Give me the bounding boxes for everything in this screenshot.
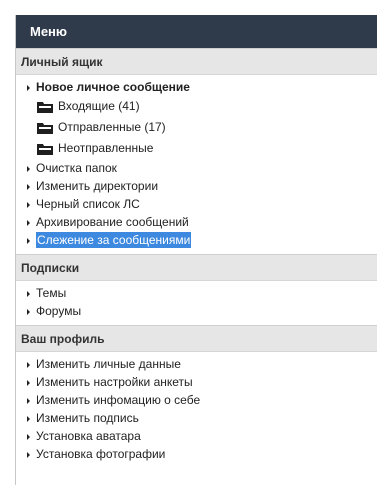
blacklist-label: Черный список ЛС bbox=[36, 197, 140, 211]
archive-messages-link[interactable]: Архивирование сообщений bbox=[16, 213, 377, 231]
folder-unsent-label: Неотправленные bbox=[58, 141, 154, 155]
folder-inbox-link[interactable]: Входящие (41) bbox=[16, 96, 377, 117]
triangle-right-icon bbox=[27, 220, 30, 226]
triangle-right-icon bbox=[27, 380, 30, 386]
set-photo-link[interactable]: Установка фотографии bbox=[16, 445, 377, 463]
triangle-right-icon bbox=[27, 309, 30, 315]
edit-directories-label: Изменить директории bbox=[36, 179, 159, 193]
triangle-right-icon bbox=[27, 202, 30, 208]
subscriptions-list: Темы Форумы bbox=[16, 281, 377, 325]
track-messages-label: Слежение за сообщениями bbox=[36, 232, 192, 248]
triangle-right-icon bbox=[27, 85, 30, 91]
triangle-right-icon bbox=[27, 416, 30, 422]
edit-about-link[interactable]: Изменить инфомацию о себе bbox=[16, 391, 377, 409]
forums-link[interactable]: Форумы bbox=[16, 302, 377, 320]
profile-list: Изменить личные данные Изменить настройк… bbox=[16, 352, 377, 468]
triangle-right-icon bbox=[27, 291, 30, 297]
clean-folders-label: Очистка папок bbox=[36, 161, 117, 175]
triangle-right-icon bbox=[27, 398, 30, 404]
forums-label: Форумы bbox=[36, 304, 82, 318]
triangle-right-icon bbox=[27, 362, 30, 368]
triangle-right-icon bbox=[27, 434, 30, 440]
set-avatar-label: Установка аватара bbox=[36, 429, 141, 443]
menu-panel: Меню Личный ящик Новое личное сообщение … bbox=[15, 15, 377, 485]
blacklist-link[interactable]: Черный список ЛС bbox=[16, 195, 377, 213]
new-message-link[interactable]: Новое личное сообщение bbox=[16, 78, 377, 96]
edit-signature-link[interactable]: Изменить подпись bbox=[16, 409, 377, 427]
edit-personal-data-label: Изменить личные данные bbox=[36, 357, 181, 371]
section-header-inbox: Личный ящик bbox=[16, 48, 377, 75]
topics-link[interactable]: Темы bbox=[16, 284, 377, 302]
edit-profile-settings-link[interactable]: Изменить настройки анкеты bbox=[16, 373, 377, 391]
archive-messages-label: Архивирование сообщений bbox=[36, 215, 189, 229]
folder-icon bbox=[37, 102, 53, 113]
edit-profile-settings-label: Изменить настройки анкеты bbox=[36, 375, 193, 389]
menu-header: Меню bbox=[16, 15, 377, 48]
edit-personal-data-link[interactable]: Изменить личные данные bbox=[16, 355, 377, 373]
edit-about-label: Изменить инфомацию о себе bbox=[36, 393, 201, 407]
set-photo-label: Установка фотографии bbox=[36, 447, 166, 461]
folder-sent-label: Отправленные (17) bbox=[58, 120, 166, 134]
track-messages-link[interactable]: Слежение за сообщениями bbox=[16, 231, 377, 249]
edit-signature-label: Изменить подпись bbox=[36, 411, 139, 425]
section-header-subscriptions: Подписки bbox=[16, 254, 377, 281]
folder-icon bbox=[37, 123, 53, 134]
edit-directories-link[interactable]: Изменить директории bbox=[16, 177, 377, 195]
folder-unsent-link[interactable]: Неотправленные bbox=[16, 138, 377, 159]
set-avatar-link[interactable]: Установка аватара bbox=[16, 427, 377, 445]
folder-icon bbox=[37, 144, 53, 155]
folder-inbox-label: Входящие (41) bbox=[58, 99, 140, 113]
inbox-list: Новое личное сообщение Входящие (41) Отп… bbox=[16, 75, 377, 254]
section-header-profile: Ваш профиль bbox=[16, 325, 377, 352]
triangle-right-icon bbox=[27, 452, 30, 458]
folder-sent-link[interactable]: Отправленные (17) bbox=[16, 117, 377, 138]
triangle-right-icon bbox=[27, 184, 30, 190]
topics-label: Темы bbox=[36, 286, 67, 300]
triangle-right-icon bbox=[27, 166, 30, 172]
triangle-right-icon bbox=[27, 238, 30, 244]
clean-folders-link[interactable]: Очистка папок bbox=[16, 159, 377, 177]
new-message-label: Новое личное сообщение bbox=[36, 80, 190, 94]
